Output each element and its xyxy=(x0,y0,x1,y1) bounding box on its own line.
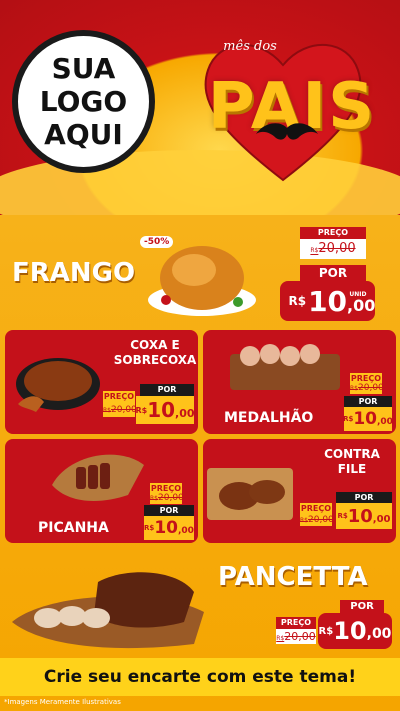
contrafile-board-image xyxy=(207,468,293,520)
mustache-icon xyxy=(256,123,318,140)
coxa-title: COXA E SOBRECOXA xyxy=(113,338,197,367)
contrafile-por-label: POR xyxy=(336,492,392,503)
cta-banner[interactable]: Crie seu encarte com este tema! xyxy=(0,658,400,696)
cta-text: Crie seu encarte com este tema! xyxy=(43,667,357,687)
medalhao-price-box: R$ 10,00 xyxy=(343,407,393,431)
mes-dos-label: mês dos xyxy=(223,39,277,54)
logo-line-1: SUA xyxy=(51,52,116,85)
logo-line-2: LOGO xyxy=(39,85,128,118)
pancetta-por-label: POR xyxy=(340,600,384,613)
frango-old-price: R$20,00 xyxy=(300,239,366,259)
medalhao-old-price: R$20,00 xyxy=(350,383,384,394)
frango-title: FRANGO xyxy=(12,258,136,288)
contrafile-title: CONTRA FILE xyxy=(324,447,380,476)
contrafile-old-price: R$20,00 xyxy=(300,514,334,526)
logo-placeholder: SUA LOGO AQUI xyxy=(12,30,155,173)
medalhao-skewers-image xyxy=(230,344,340,390)
picanha-board-image xyxy=(52,454,144,501)
picanha-title: PICANHA xyxy=(38,520,109,536)
contrafile-price-box: R$ 10,00 xyxy=(336,503,392,529)
pancetta-old-price: R$20,00 xyxy=(276,629,316,644)
medalhao-por-label: POR xyxy=(344,396,392,407)
picanha-price-box: R$ 10,00 xyxy=(144,516,194,540)
logo-line-3: AQUI xyxy=(44,118,123,151)
coxa-por-label: POR xyxy=(140,384,194,396)
pancetta-board-image xyxy=(12,572,204,649)
pancetta-preco-label: PREÇO xyxy=(276,617,316,629)
coxa-price-box: R$ 10,00 xyxy=(135,396,195,424)
frango-price-box: R$ 10 ,00 UNID xyxy=(280,281,375,321)
coxa-pan-image xyxy=(16,358,100,412)
pancetta-title: PANCETTA xyxy=(218,562,368,592)
frango-preco-label: PREÇO xyxy=(300,227,366,239)
picanha-old-price: R$20,00 xyxy=(150,493,184,504)
footnote: *Imagens Meramente Ilustrativas xyxy=(4,698,121,706)
coxa-old-price: R$20,00 xyxy=(103,403,137,417)
medalhao-title: MEDALHÃO xyxy=(224,410,314,426)
frango-por-label: POR xyxy=(300,265,366,281)
coxa-preco-label: PREÇO xyxy=(103,391,135,403)
picanha-por-label: POR xyxy=(144,505,194,516)
pancetta-price-box: R$ 10 ,00 xyxy=(318,613,392,649)
roast-chicken-image xyxy=(148,246,256,316)
